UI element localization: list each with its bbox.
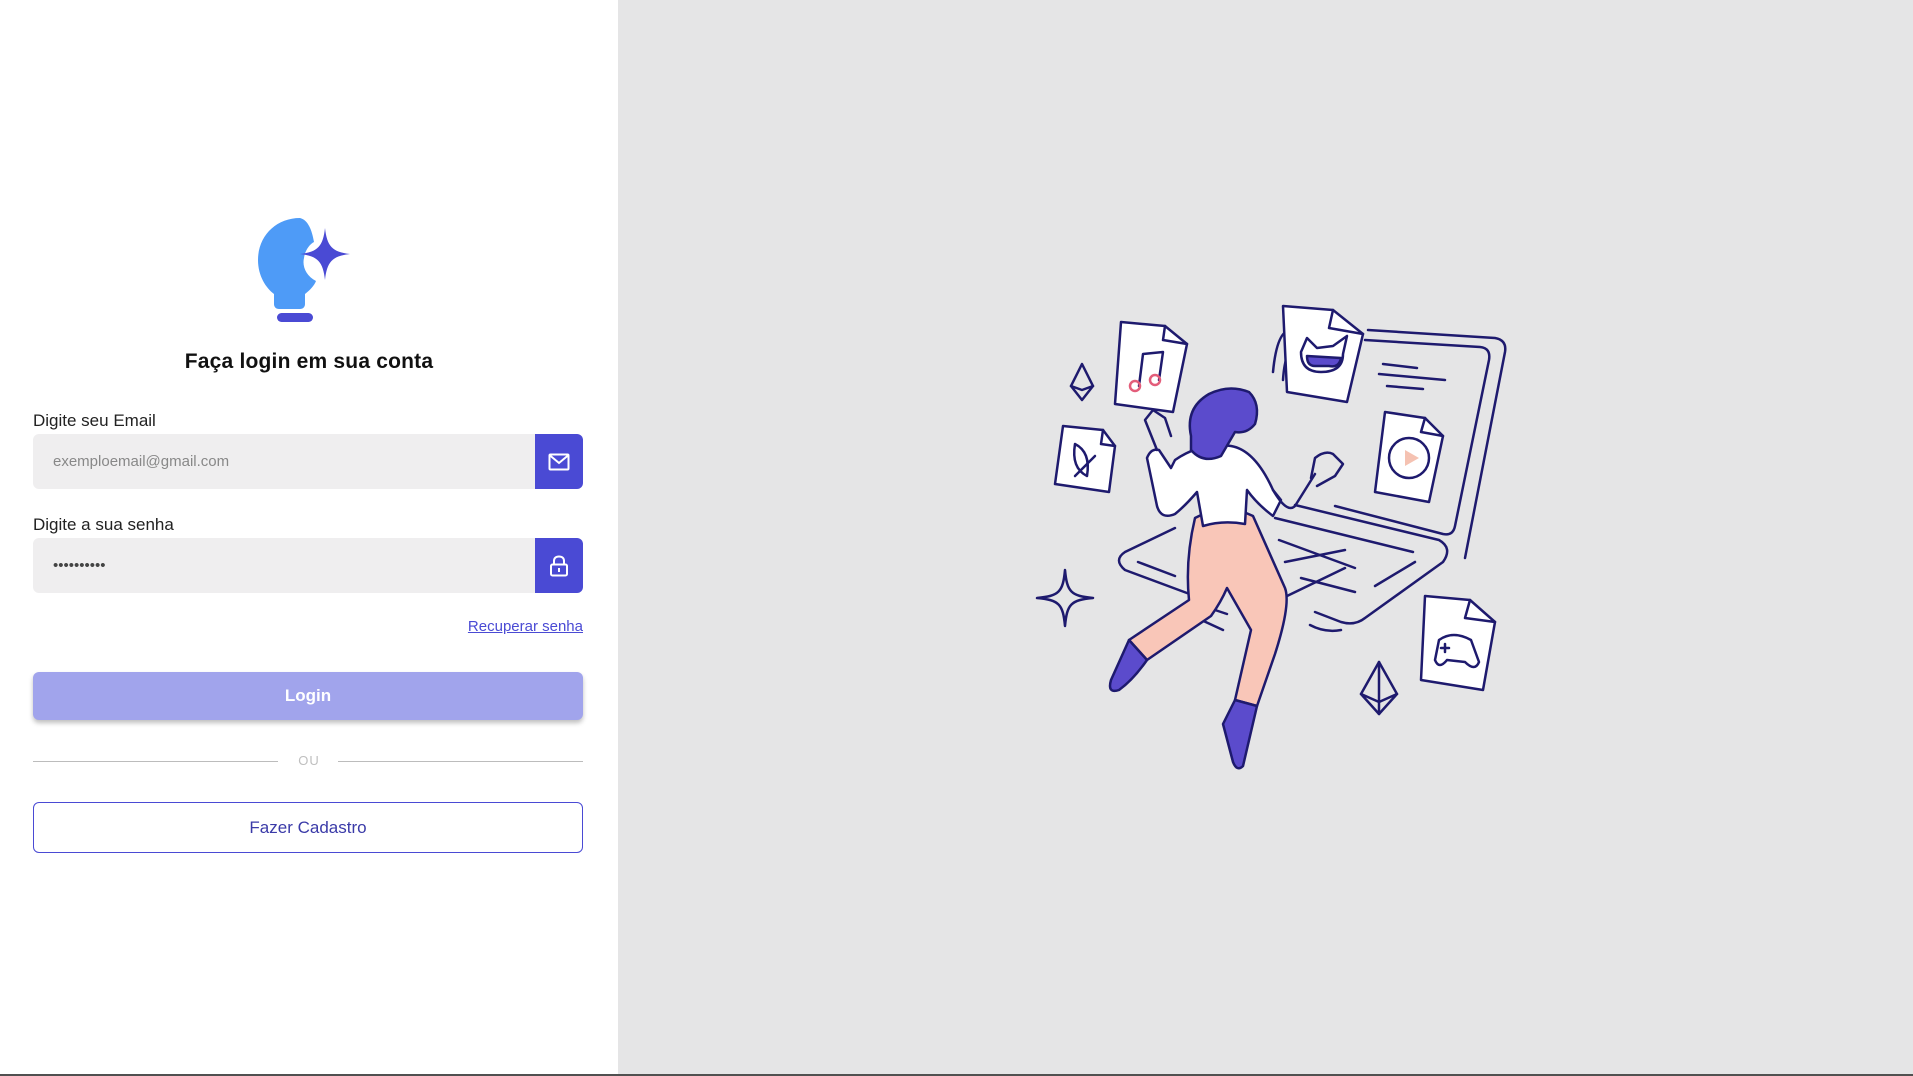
divider-right bbox=[338, 761, 583, 762]
password-field-group bbox=[33, 538, 583, 593]
password-label: Digite a sua senha bbox=[33, 515, 174, 534]
login-panel: Faça login em sua conta Digite seu Email… bbox=[0, 0, 618, 1076]
recover-password-link[interactable]: Recuperar senha bbox=[468, 618, 583, 635]
signup-button[interactable]: Fazer Cadastro bbox=[33, 802, 583, 853]
email-input[interactable] bbox=[33, 434, 535, 489]
page-title: Faça login em sua conta bbox=[184, 350, 434, 373]
login-button[interactable]: Login bbox=[33, 672, 583, 720]
password-input[interactable] bbox=[33, 538, 535, 593]
lightbulb-sparkle-icon bbox=[258, 218, 350, 322]
email-field-group bbox=[33, 434, 583, 489]
password-icon-box bbox=[535, 538, 583, 593]
lock-icon bbox=[550, 554, 568, 576]
mail-icon bbox=[548, 453, 570, 470]
email-label: Digite seu Email bbox=[33, 411, 156, 430]
email-icon-box bbox=[535, 434, 583, 489]
person-with-laptop-illustration bbox=[1035, 304, 1507, 770]
